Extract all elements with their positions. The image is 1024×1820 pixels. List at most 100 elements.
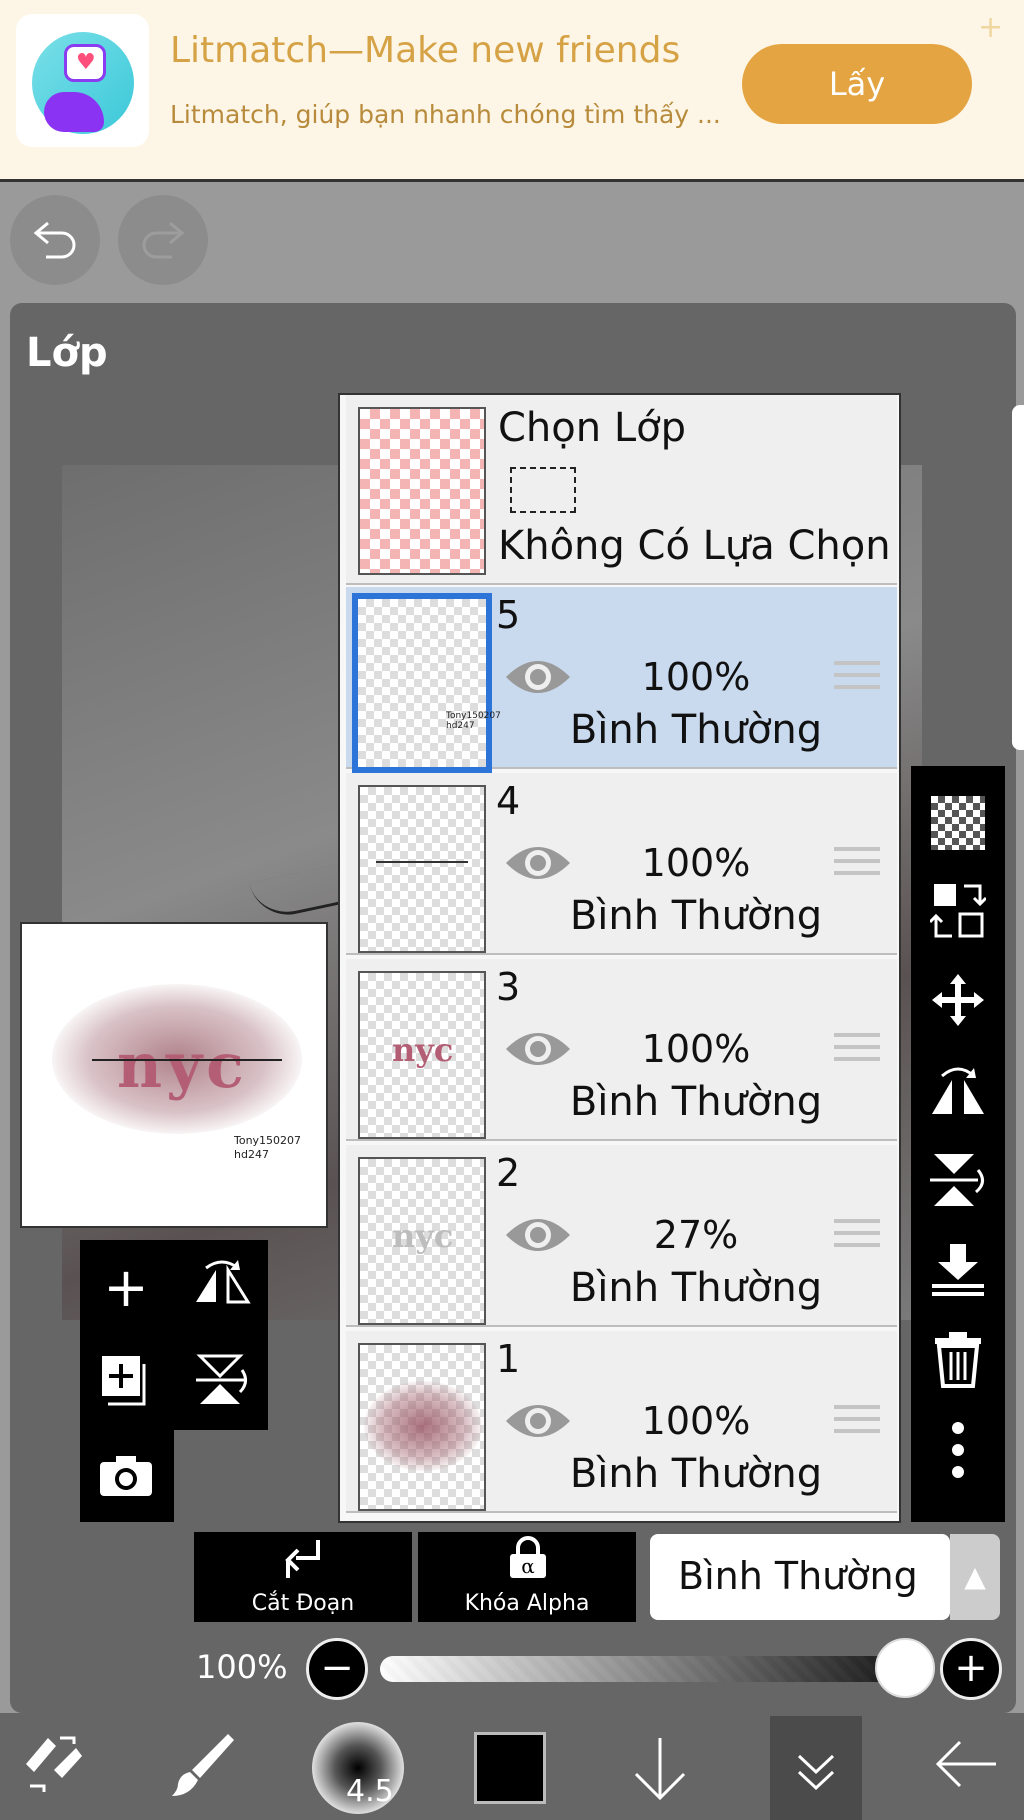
brush-icon — [172, 1734, 234, 1796]
layer-panel-tab[interactable] — [770, 1716, 862, 1820]
thumb-nyc: nyc — [392, 1217, 454, 1255]
trash-icon — [935, 1332, 981, 1388]
drag-handle-icon[interactable] — [834, 847, 880, 887]
more-icon — [952, 1422, 964, 1478]
brush-tool-button[interactable] — [168, 1730, 244, 1806]
checker-icon — [931, 796, 985, 850]
ad-title[interactable]: Litmatch—Make new friends — [170, 30, 680, 71]
merge-down-button[interactable] — [911, 1230, 1005, 1310]
move-icon — [932, 974, 984, 1026]
ad-get-button[interactable]: Lấy — [742, 44, 972, 124]
layer-opacity: 100% — [641, 1399, 751, 1443]
visibility-eye-icon[interactable] — [504, 1027, 572, 1075]
opacity-label: 100% — [196, 1648, 288, 1686]
thumb-line — [376, 861, 468, 863]
arrow-down-icon — [634, 1738, 686, 1801]
layer-number: 2 — [496, 1151, 521, 1195]
layer-thumbnail: nyc — [358, 971, 486, 1139]
canvas-preview[interactable]: nyc Tony150207 hd247 — [20, 922, 328, 1228]
color-swatch-button[interactable] — [474, 1732, 546, 1804]
dropdown-arrow-icon[interactable]: ▲ — [950, 1534, 1000, 1620]
back-arrow-icon — [935, 1740, 996, 1788]
layer-blend-mode: Bình Thường — [569, 893, 823, 939]
drag-handle-icon[interactable] — [834, 1033, 880, 1073]
layer-row-2[interactable]: nyc 2 27% Bình Thường — [346, 1145, 897, 1327]
alpha-lock-icon: α — [510, 1536, 546, 1578]
thumb-blur — [364, 1381, 482, 1471]
layer-row-1[interactable]: 1 100% Bình Thường — [346, 1331, 897, 1513]
clip-label: Cắt Đoạn — [251, 1591, 355, 1616]
move-button[interactable] — [911, 960, 1005, 1040]
blend-mode-select[interactable]: Bình Thường ▲ — [650, 1534, 1000, 1620]
layer-number: 3 — [496, 965, 521, 1009]
layer-list[interactable]: Chọn Lớp Không Có Lựa Chọn Tony150207 hd… — [338, 393, 901, 1523]
flip-vertical-icon — [930, 1154, 984, 1206]
selection-marquee-icon — [510, 467, 576, 513]
redo-icon — [142, 221, 185, 259]
opacity-slider-knob[interactable] — [875, 1638, 935, 1698]
layer-thumbnail: Tony150207 hd247 — [352, 593, 501, 773]
redo-button[interactable] — [118, 195, 208, 285]
layer-down-button[interactable] — [628, 1734, 708, 1810]
scroll-edge[interactable] — [1012, 405, 1024, 750]
brush-size-button[interactable]: 4.5 — [312, 1722, 404, 1814]
flip-vertical-button[interactable] — [911, 1140, 1005, 1220]
add-layer-button[interactable]: + — [86, 1244, 166, 1328]
transform-tool-button[interactable] — [18, 1730, 94, 1806]
flip-horizontal-button[interactable] — [182, 1244, 262, 1328]
add-layer-icon: + — [103, 1256, 149, 1319]
layer-opacity: 100% — [641, 841, 751, 885]
flip-vertical-button[interactable] — [182, 1340, 262, 1424]
back-button[interactable] — [930, 1734, 1010, 1810]
camera-icon — [100, 1456, 152, 1496]
opacity-increase-button[interactable]: + — [940, 1638, 1002, 1700]
layer-opacity: 100% — [641, 655, 751, 699]
drag-handle-icon[interactable] — [834, 1219, 880, 1259]
layer-blend-mode: Bình Thường — [569, 1079, 823, 1125]
drag-handle-icon[interactable] — [834, 661, 880, 701]
transparent-fill-button[interactable] — [911, 780, 1005, 860]
alpha-lock-label: Khóa Alpha — [464, 1591, 590, 1616]
flip-horizontal-button[interactable] — [911, 1050, 1005, 1130]
undo-icon — [33, 221, 76, 259]
litmatch-app-icon[interactable]: ♥ — [16, 14, 149, 147]
opacity-decrease-button[interactable]: − — [306, 1638, 368, 1700]
add-copy-button[interactable] — [86, 1340, 166, 1424]
ad-subtitle[interactable]: Litmatch, giúp bạn nhanh chóng tìm thấy … — [170, 100, 721, 129]
opacity-slider[interactable] — [380, 1656, 910, 1682]
thumb-signature: Tony150207 hd247 — [446, 711, 501, 731]
add-copy-icon — [102, 1356, 146, 1406]
layer-blend-mode: Bình Thường — [569, 1265, 823, 1311]
undo-button[interactable] — [10, 195, 100, 285]
selection-layer-row[interactable]: Chọn Lớp Không Có Lựa Chọn — [346, 395, 897, 585]
layer-thumbnail: nyc — [358, 1157, 486, 1325]
flip-horizontal-icon — [932, 1067, 984, 1114]
visibility-eye-icon[interactable] — [504, 1399, 572, 1447]
alpha-lock-button[interactable]: α Khóa Alpha — [418, 1532, 636, 1622]
visibility-eye-icon[interactable] — [504, 841, 572, 889]
plus-icon: + — [954, 1645, 988, 1691]
blend-mode-value: Bình Thường — [678, 1554, 918, 1598]
more-options-button[interactable] — [911, 1410, 1005, 1490]
delete-layer-button[interactable] — [911, 1320, 1005, 1400]
layer-thumbnail — [358, 1343, 486, 1511]
flip-horizontal-icon — [196, 1260, 251, 1304]
layer-blend-mode: Bình Thường — [569, 707, 823, 753]
layer-thumbnail — [358, 785, 486, 953]
layer-row-3[interactable]: nyc 3 100% Bình Thường — [346, 959, 897, 1141]
transfer-button[interactable] — [911, 870, 1005, 950]
visibility-eye-icon[interactable] — [504, 1213, 572, 1261]
minus-icon: − — [320, 1645, 354, 1691]
thumb-nyc: nyc — [392, 1031, 454, 1069]
preview-line — [92, 1059, 282, 1061]
ad-plus-icon: + — [978, 10, 1004, 45]
camera-button[interactable] — [86, 1434, 166, 1518]
layer-row-5[interactable]: Tony150207 hd247 5 100% Bình Thường — [346, 587, 897, 773]
drag-handle-icon[interactable] — [834, 1405, 880, 1445]
clip-button[interactable]: Cắt Đoạn — [194, 1532, 412, 1622]
visibility-eye-icon[interactable] — [504, 655, 572, 703]
selection-layer-thumbnail — [358, 407, 486, 575]
layer-row-4[interactable]: 4 100% Bình Thường — [346, 773, 897, 955]
ad-banner[interactable]: ♥ Litmatch—Make new friends Litmatch, gi… — [0, 0, 1024, 182]
merge-down-icon — [932, 1244, 984, 1296]
